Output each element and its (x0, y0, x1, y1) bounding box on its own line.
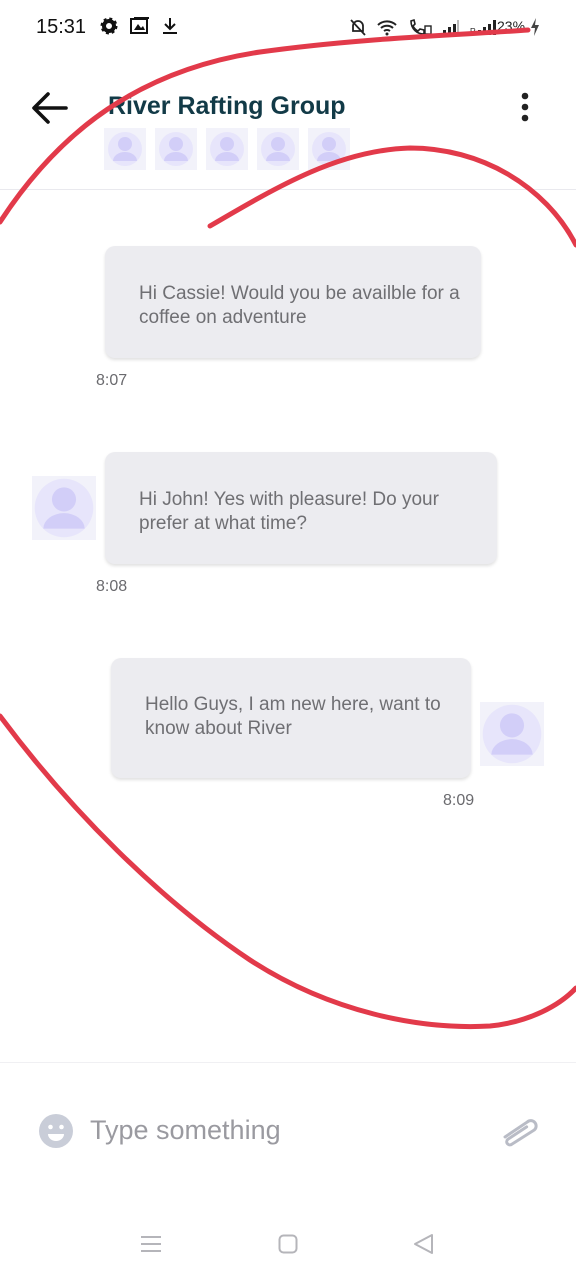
chat-header: River Rafting Group (0, 56, 576, 190)
arrow-left-icon[interactable] (30, 90, 70, 126)
system-nav-bar (0, 1200, 576, 1280)
status-time: 15:31 (36, 16, 87, 38)
status-left-icons (100, 17, 178, 35)
status-bar: 15:31 R 23% (0, 0, 576, 56)
paperclip-icon[interactable] (498, 1113, 542, 1149)
signal-icon (443, 20, 459, 35)
message-time: 8:07 (96, 372, 128, 389)
group-title[interactable]: River Rafting Group (108, 92, 346, 121)
charging-icon (531, 18, 539, 36)
message-time: 8:08 (96, 578, 128, 595)
user-avatar-icon (312, 132, 346, 166)
member-avatar[interactable] (206, 128, 248, 170)
member-avatar[interactable] (104, 128, 146, 170)
back-triangle-icon[interactable] (412, 1232, 436, 1256)
message-bubble[interactable]: Hi John! Yes with pleasure! Do your pref… (105, 452, 497, 564)
message-text: Hello Guys, I am new here, want to know … (145, 694, 441, 739)
message-text: Hi Cassie! Would you be availble for a c… (139, 283, 460, 328)
sender-avatar[interactable] (32, 476, 96, 540)
settings-icon (100, 17, 118, 35)
message-bubble[interactable]: Hi Cassie! Would you be availble for a c… (105, 246, 481, 358)
wifi-icon (377, 20, 397, 36)
mute-icon (350, 19, 366, 36)
home-icon[interactable] (278, 1234, 298, 1254)
message-text: Hi John! Yes with pleasure! Do your pref… (139, 489, 439, 534)
user-avatar-icon (108, 132, 142, 166)
message-input[interactable] (90, 1107, 480, 1153)
own-avatar[interactable] (480, 702, 544, 766)
user-avatar-icon (34, 478, 94, 538)
member-avatar[interactable] (155, 128, 197, 170)
member-avatar[interactable] (257, 128, 299, 170)
more-vertical-icon[interactable] (510, 90, 540, 126)
battery-level: 23% (497, 18, 526, 34)
user-avatar-icon (482, 704, 542, 764)
composer-bar (0, 1062, 576, 1200)
user-avatar-icon (159, 132, 193, 166)
user-avatar-icon (210, 132, 244, 166)
call-icon (410, 18, 432, 35)
user-avatar-icon (261, 132, 295, 166)
message-time: 8:09 (443, 792, 475, 809)
member-avatars[interactable] (104, 128, 350, 170)
member-avatar[interactable] (308, 128, 350, 170)
emoji-icon[interactable] (38, 1113, 74, 1149)
status-right-icons: R (350, 18, 500, 36)
menu-icon[interactable] (140, 1234, 162, 1254)
signal-roaming-icon: R (470, 20, 496, 36)
gallery-icon (130, 17, 149, 34)
message-bubble[interactable]: Hello Guys, I am new here, want to know … (111, 658, 471, 778)
svg-text:R: R (470, 27, 476, 36)
download-icon (163, 18, 177, 34)
